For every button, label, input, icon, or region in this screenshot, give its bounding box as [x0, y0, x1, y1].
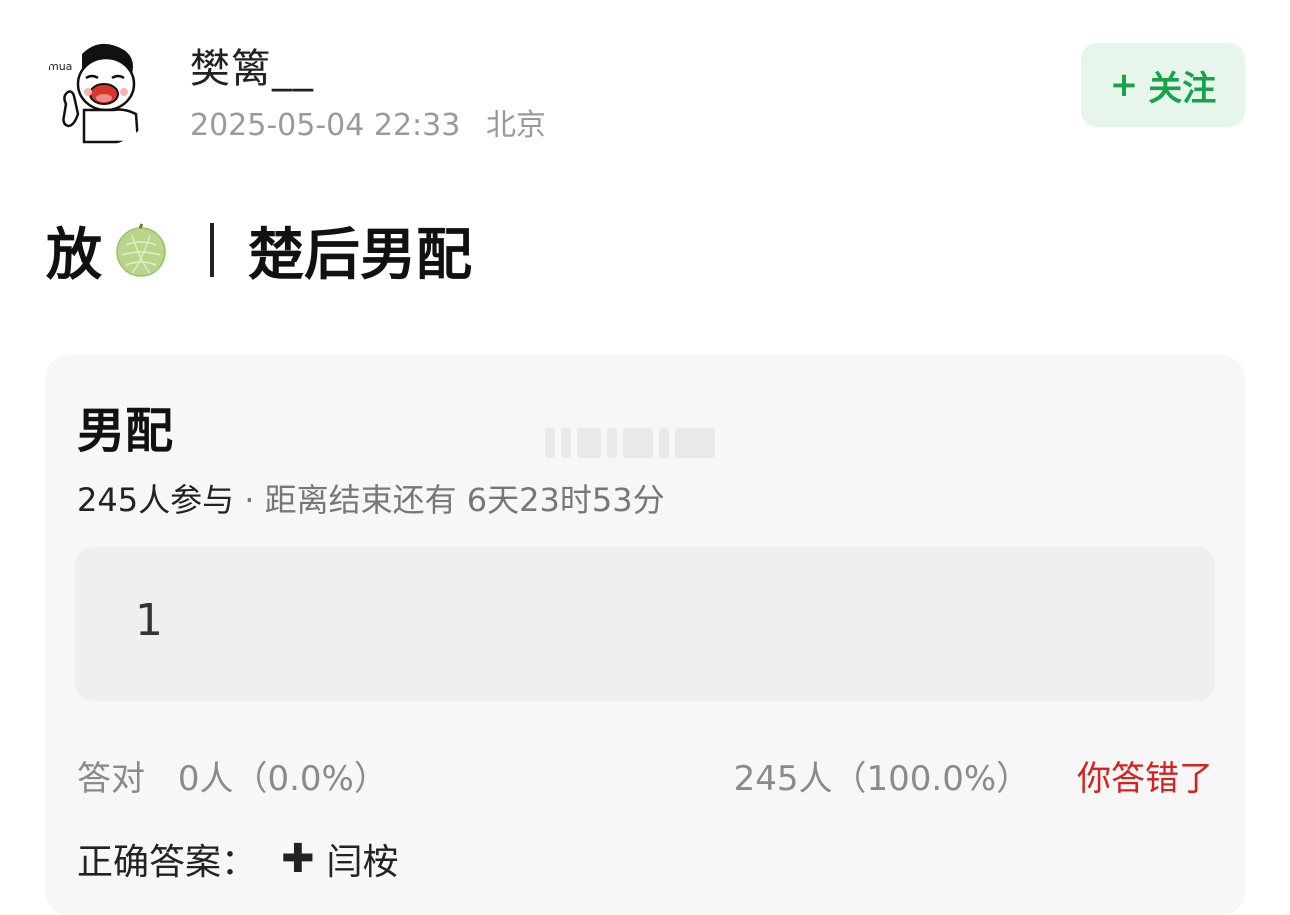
- quiz-option[interactable]: 1: [75, 547, 1215, 701]
- wrong-stats: 245人（100.0%） 你答错了: [734, 751, 1213, 800]
- cross-icon: ✚: [281, 836, 315, 882]
- melon-emoji-icon: [116, 223, 166, 277]
- post-title: 放 楚后男配: [46, 210, 472, 290]
- quiz-meta: 245人参与 · 距离结束还有 6天23时53分: [77, 475, 665, 521]
- option-label: 1: [135, 595, 163, 646]
- correct-stats: 答对 0人（0.0%）: [77, 751, 388, 800]
- plus-icon: +: [1109, 65, 1139, 105]
- quiz-remaining-time: 距离结束还有 6天23时53分: [264, 481, 665, 519]
- avatar[interactable]: mua: [44, 34, 156, 146]
- watermark: [545, 425, 740, 461]
- quiz-card: 男配 245人参与 · 距离结束还有 6天23时53分 1 答对 0人（0.0%…: [45, 355, 1245, 915]
- meta-dot: ·: [244, 481, 255, 519]
- avatar-cartoon-icon: mua: [48, 43, 140, 144]
- post-meta: 2025-05-04 22:33 北京: [190, 100, 546, 144]
- quiz-question: 男配: [77, 403, 174, 459]
- follow-button[interactable]: + 关注: [1081, 43, 1245, 127]
- answer-label: 正确答案：: [77, 842, 258, 883]
- post-location: 北京: [485, 108, 546, 143]
- correct-answer: 正确答案： ✚ 闫桉: [77, 833, 399, 885]
- wrong-count: 245人（100.0%）: [733, 759, 1031, 799]
- post-title-prefix: 放: [46, 222, 102, 288]
- post-timestamp: 2025-05-04 22:33: [190, 108, 461, 143]
- correct-count: 0人（0.0%）: [177, 759, 388, 799]
- wrong-status: 你答错了: [1077, 759, 1213, 799]
- post-header: mua 樊篱__ 2025-05-04 22:33 北京 + 关注: [0, 0, 1290, 180]
- correct-label: 答对: [77, 759, 145, 799]
- quiz-participants: 245人参与: [77, 481, 235, 519]
- answer-value: 闫桉: [326, 842, 399, 883]
- svg-text:mua: mua: [48, 60, 72, 73]
- post-title-main: 楚后男配: [248, 222, 472, 288]
- follow-label: 关注: [1148, 68, 1217, 109]
- title-separator: [210, 223, 214, 277]
- username[interactable]: 樊篱__: [190, 36, 314, 94]
